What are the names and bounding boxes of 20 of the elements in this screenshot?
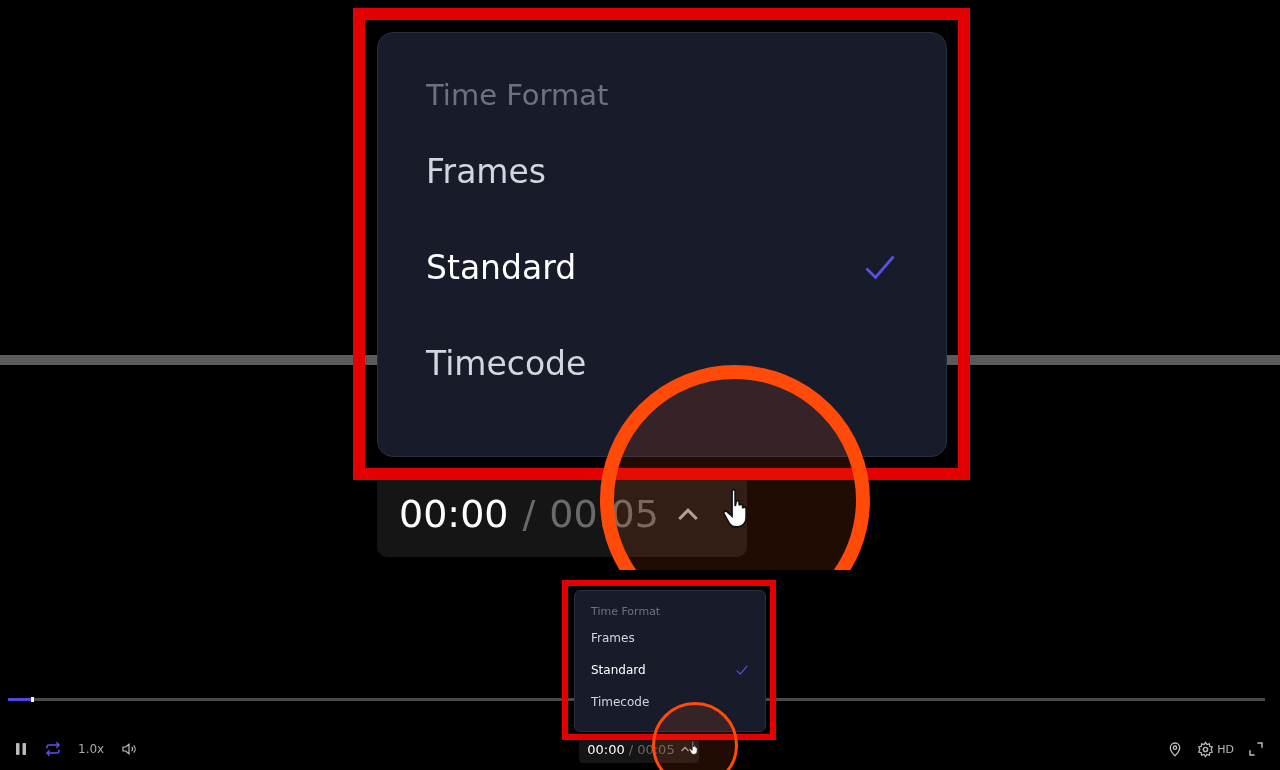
volume-button[interactable]: [120, 741, 139, 757]
loop-button[interactable]: [44, 741, 62, 757]
speed-button[interactable]: 1.0x: [78, 742, 105, 756]
menu-item[interactable]: Standard: [426, 219, 898, 315]
current-time: 00:00: [587, 741, 625, 757]
quality-label: HD: [1217, 742, 1234, 756]
menu-item[interactable]: Timecode: [591, 686, 749, 718]
pause-button[interactable]: [14, 742, 28, 756]
fullscreen-button[interactable]: [1248, 741, 1264, 757]
menu-item[interactable]: Timecode: [426, 315, 898, 411]
menu-item[interactable]: Frames: [591, 622, 749, 654]
menu-title: Time Format: [591, 606, 662, 620]
time-separator: /: [628, 741, 634, 757]
menu-title: Time Format: [426, 81, 610, 114]
checkmark-icon: [735, 663, 749, 677]
menu-item[interactable]: Standard: [591, 654, 749, 686]
menu-item[interactable]: Frames: [426, 123, 898, 219]
settings-button[interactable]: HD: [1197, 740, 1234, 758]
time-separator: /: [522, 491, 536, 536]
current-time: 00:00: [399, 491, 509, 536]
